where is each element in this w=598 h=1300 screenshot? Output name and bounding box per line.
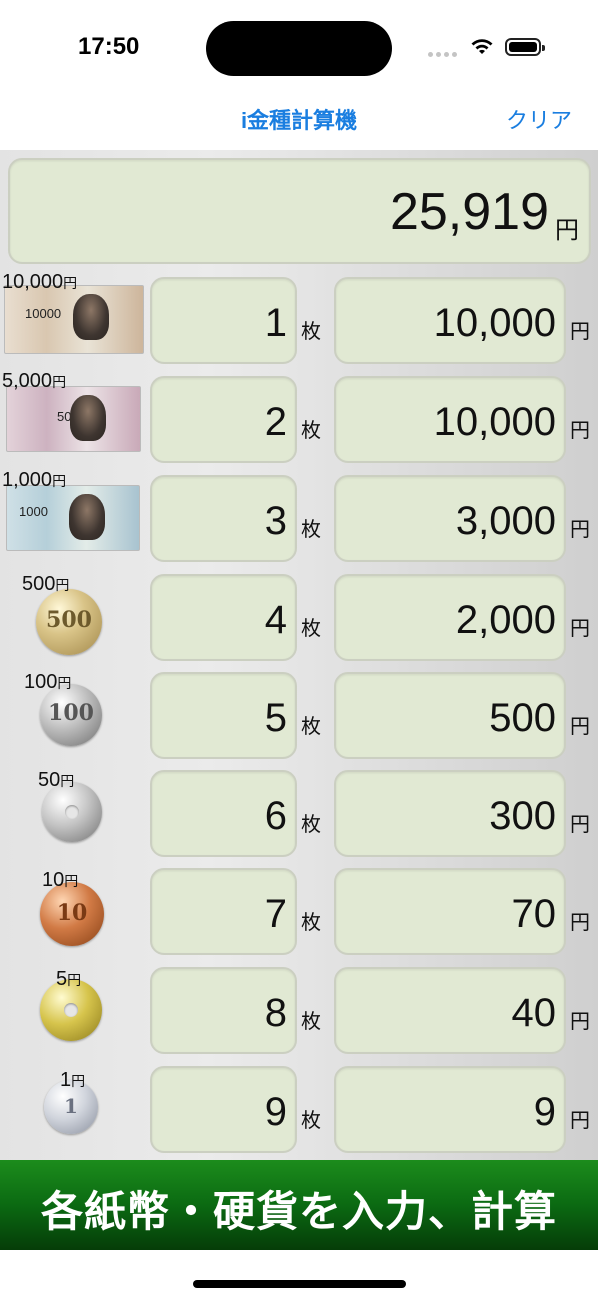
count-field-1000[interactable]: 3 [150,475,297,562]
count-unit-label: 枚 [301,1011,321,1033]
amount-field-100: 500 [334,672,566,759]
total-yen-unit: 円 [555,217,579,244]
home-indicator[interactable] [193,1280,406,1288]
count-unit-label: 枚 [301,912,321,934]
amount-field-10000: 10,000 [334,277,566,364]
denomination-row-100: 100 100円 5 枚 500 円 [0,672,598,762]
cellular-signal-icon [428,44,460,57]
bill-1000-image: 1000 [6,485,140,551]
amount-field-500: 2,000 [334,574,566,661]
amount-unit-label: 円 [570,814,590,836]
bill-10000-image: 10000 [4,285,144,354]
denomination-row-500: 500 500円 4 枚 2,000 円 [0,574,598,664]
amount-unit-label: 円 [570,321,590,343]
navigation-bar: i金種計算機 クリア [0,95,598,150]
count-field-100[interactable]: 5 [150,672,297,759]
count-unit-label: 枚 [301,716,321,738]
amount-unit-label: 円 [570,912,590,934]
count-field-10000[interactable]: 1 [150,277,297,364]
denomination-label-5000: 5,000円 [2,370,67,392]
denomination-label-50: 50円 [38,769,75,791]
count-unit-label: 枚 [301,321,321,343]
count-unit-label: 枚 [301,420,321,442]
home-area [0,1250,598,1300]
count-field-10[interactable]: 7 [150,868,297,955]
denomination-label-100: 100円 [24,671,72,693]
amount-field-10: 70 [334,868,566,955]
denomination-label-10000: 10,000円 [2,271,78,293]
denomination-label-1: 1円 [60,1069,86,1091]
count-field-5000[interactable]: 2 [150,376,297,463]
denomination-row-10: 10 10円 7 枚 70 円 [0,868,598,958]
amount-field-5: 40 [334,967,566,1054]
amount-field-1000: 3,000 [334,475,566,562]
denomination-label-500: 500円 [22,573,70,595]
count-unit-label: 枚 [301,1110,321,1132]
amount-unit-label: 円 [570,618,590,640]
calculator-content: 25,919 円 10000 10,000円 1 枚 10,000 円 5000… [0,150,598,1160]
total-amount-value: 25,919 [389,183,549,241]
amount-field-1: 9 [334,1066,566,1153]
count-unit-label: 枚 [301,618,321,640]
coin-500-image: 500 [36,589,102,655]
battery-icon [505,38,545,56]
clear-button[interactable]: クリア [506,103,572,135]
count-field-50[interactable]: 6 [150,770,297,857]
coin-10-image: 10 [40,882,104,946]
instruction-banner-text: 各紙幣・硬貨を入力、計算 [40,1188,557,1235]
amount-unit-label: 円 [570,1011,590,1033]
status-bar: 17:50 [0,0,598,95]
denomination-row-50: 50円 6 枚 300 円 [0,770,598,860]
denomination-label-10: 10円 [42,869,79,891]
denomination-row-5: 5円 8 枚 40 円 [0,967,598,1057]
count-unit-label: 枚 [301,814,321,836]
dynamic-island [206,21,392,76]
denomination-label-1000: 1,000円 [2,469,67,491]
bill-5000-image: 5000 [6,386,141,452]
count-field-5[interactable]: 8 [150,967,297,1054]
denomination-label-5: 5円 [56,968,82,990]
coin-50-image [42,782,102,842]
count-field-500[interactable]: 4 [150,574,297,661]
denomination-row-1: 1 1円 9 枚 9 円 [0,1066,598,1156]
instruction-banner: 各紙幣・硬貨を入力、計算 [0,1160,598,1250]
amount-unit-label: 円 [570,519,590,541]
status-time: 17:50 [78,33,140,60]
denomination-row-5000: 5000 5,000円 2 枚 10,000 円 [0,371,598,466]
amount-unit-label: 円 [570,420,590,442]
denomination-row-1000: 1000 1,000円 3 枚 3,000 円 [0,470,598,565]
amount-field-50: 300 [334,770,566,857]
count-unit-label: 枚 [301,519,321,541]
amount-unit-label: 円 [570,1110,590,1132]
count-field-1[interactable]: 9 [150,1066,297,1153]
total-amount-field: 25,919 円 [8,158,591,264]
denomination-row-10000: 10000 10,000円 1 枚 10,000 円 [0,272,598,367]
coin-100-image: 100 [40,684,102,746]
amount-unit-label: 円 [570,716,590,738]
wifi-icon [471,39,493,54]
amount-field-5000: 10,000 [334,376,566,463]
